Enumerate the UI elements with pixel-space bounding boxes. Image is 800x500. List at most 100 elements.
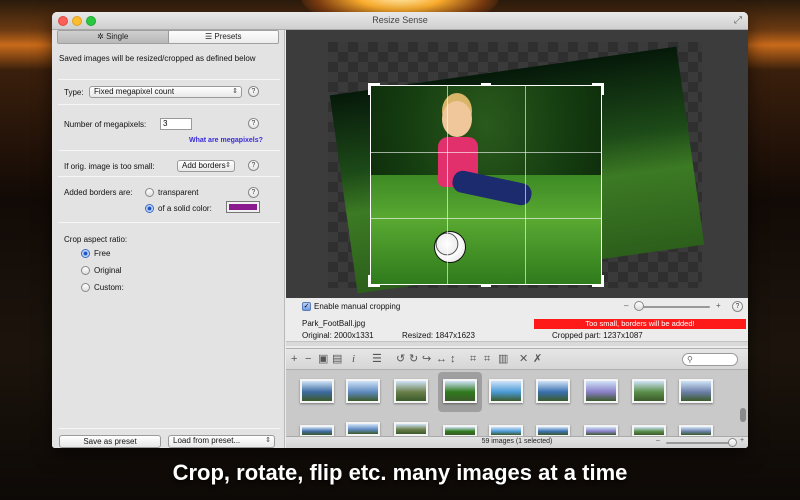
rotate-left-icon[interactable]: ↺	[396, 353, 405, 365]
type-select-value: Fixed megapixel count	[94, 87, 175, 96]
info-icon[interactable]: i	[352, 353, 355, 365]
fullscreen-icon[interactable]: ⤢	[734, 15, 742, 26]
crop-free-label: Free	[94, 249, 111, 258]
original-size: Original: 2000x1331	[302, 331, 374, 340]
zoom-in-icon[interactable]: +	[716, 301, 721, 310]
border-transparent-radio[interactable]	[145, 188, 154, 197]
settings-panel: ✲ Single ☰ Presets Saved images will be …	[52, 30, 285, 448]
thumbnail[interactable]	[679, 379, 713, 403]
megapixels-info-link[interactable]: What are megapixels?	[189, 137, 263, 144]
divider	[58, 222, 280, 223]
thumbnail[interactable]	[300, 379, 334, 403]
image-preview-area	[286, 30, 748, 298]
preview-controls: ✓ Enable manual cropping – + ? Park_Foot…	[286, 298, 748, 348]
trash-icon[interactable]: ▥	[498, 353, 508, 365]
thumbnail[interactable]	[346, 379, 380, 403]
megapixels-label: Number of megapixels:	[64, 120, 147, 129]
thumb-zoom-in-icon[interactable]: +	[740, 437, 744, 444]
zoom-slider-knob[interactable]	[634, 301, 644, 311]
thumbnail[interactable]	[584, 379, 618, 403]
image-toolbar: + − ▣ ▤ i ☰ ↺ ↻ ↪ ↔ ↕ ⌗ ⌗ ▥ ✕ ✗ ⚲	[286, 348, 748, 370]
chevron-updown-icon: ⇕	[232, 88, 238, 95]
tab-presets-label: Presets	[214, 32, 242, 41]
borders-help-button[interactable]: ?	[248, 187, 259, 198]
crop-all-icon[interactable]: ⌗	[484, 353, 490, 365]
crop-original-radio[interactable]	[81, 266, 90, 275]
close-icon[interactable]: ✕	[519, 353, 528, 365]
megapixels-input[interactable]: 3	[160, 118, 192, 130]
flip-vertical-icon[interactable]: ↕	[450, 353, 456, 365]
preview-canvas[interactable]	[328, 42, 705, 294]
crop-free-radio[interactable]	[81, 249, 90, 258]
enable-cropping-label: Enable manual cropping	[314, 302, 401, 311]
crop-corner-handle[interactable]	[601, 275, 604, 287]
crop-edge-handle[interactable]	[481, 83, 491, 86]
save-preset-button[interactable]: Save as preset	[59, 435, 161, 448]
crop-custom-radio[interactable]	[81, 283, 90, 292]
thumb-size-slider[interactable]	[666, 442, 736, 444]
thumbnail[interactable]	[394, 379, 428, 403]
save-icon[interactable]: ▣	[318, 353, 328, 365]
divider	[58, 176, 280, 177]
window-title: Resize Sense	[372, 15, 428, 25]
list-icon[interactable]: ☰	[372, 353, 382, 365]
horizontal-scrollbar[interactable]	[286, 341, 748, 346]
chevron-updown-icon: ⇕	[225, 162, 231, 169]
thumbnail[interactable]	[632, 379, 666, 403]
resized-size: Resized: 1847x1623	[402, 331, 475, 340]
app-window: Resize Sense ⤢ ✲ Single ☰ Presets Saved …	[52, 12, 748, 448]
search-input[interactable]: ⚲	[682, 353, 738, 366]
too-small-help-button[interactable]: ?	[248, 160, 259, 171]
promo-caption: Crop, rotate, flip etc. many images at a…	[172, 460, 628, 485]
rotate-right-icon[interactable]: ↻	[409, 353, 418, 365]
megapixels-help-button[interactable]: ?	[248, 118, 259, 129]
type-help-button[interactable]: ?	[248, 86, 259, 97]
load-preset-select[interactable]: Load from preset... ⇕	[168, 435, 275, 448]
type-label: Type:	[64, 88, 84, 97]
zoom-slider[interactable]	[634, 306, 710, 308]
tab-presets[interactable]: ☰ Presets	[168, 31, 278, 43]
thumbnail[interactable]	[394, 422, 428, 436]
crop-icon[interactable]: ⌗	[470, 353, 476, 365]
settings-description: Saved images will be resized/cropped as …	[59, 54, 256, 63]
too-small-select[interactable]: Add borders ⇕	[177, 160, 235, 172]
save-all-icon[interactable]: ▤	[332, 353, 342, 365]
divider	[58, 104, 280, 105]
title-bar: Resize Sense ⤢	[52, 12, 748, 30]
crop-corner-handle[interactable]	[368, 275, 371, 287]
tab-single[interactable]: ✲ Single	[58, 31, 169, 43]
thumb-size-knob[interactable]	[728, 438, 737, 447]
thumbnail-strip	[286, 370, 748, 437]
crop-custom-label: Custom:	[94, 283, 124, 292]
too-small-value: Add borders	[182, 161, 226, 170]
add-icon[interactable]: +	[291, 353, 297, 365]
list-icon: ☰	[204, 32, 215, 41]
close-all-icon[interactable]: ✗	[533, 353, 542, 365]
mode-tabs: ✲ Single ☰ Presets	[57, 30, 279, 44]
preview-help-button[interactable]: ?	[732, 301, 743, 312]
flip-horizontal-icon[interactable]: ↔	[436, 353, 447, 365]
tab-single-label: Single	[106, 32, 129, 41]
border-color-well[interactable]	[226, 201, 260, 213]
thumb-zoom-out-icon[interactable]: –	[656, 437, 660, 444]
crop-corner-handle[interactable]	[601, 83, 604, 95]
status-bar: 59 images (1 selected) – +	[286, 436, 748, 448]
type-select[interactable]: Fixed megapixel count ⇕	[89, 86, 242, 98]
crop-edge-handle[interactable]	[481, 284, 491, 287]
thumbnail[interactable]	[346, 422, 380, 436]
rotate-icon[interactable]: ↪	[422, 353, 431, 365]
thumbnail-scrollbar[interactable]	[740, 408, 746, 422]
crop-corner-handle[interactable]	[368, 83, 371, 95]
border-transparent-label: transparent	[158, 188, 199, 197]
warning-banner: Too small, borders will be added!	[534, 319, 746, 329]
thumbnail[interactable]	[536, 379, 570, 403]
enable-cropping-checkbox[interactable]: ✓	[302, 302, 311, 311]
border-solid-radio[interactable]	[145, 204, 154, 213]
zoom-out-icon[interactable]: –	[624, 301, 628, 310]
remove-icon[interactable]: −	[305, 353, 311, 365]
too-small-label: If orig. image is too small:	[64, 162, 155, 171]
search-icon: ⚲	[687, 355, 693, 364]
thumbnail[interactable]	[489, 379, 523, 403]
crop-frame[interactable]	[368, 83, 604, 287]
thumbnail-selected[interactable]	[443, 379, 477, 403]
